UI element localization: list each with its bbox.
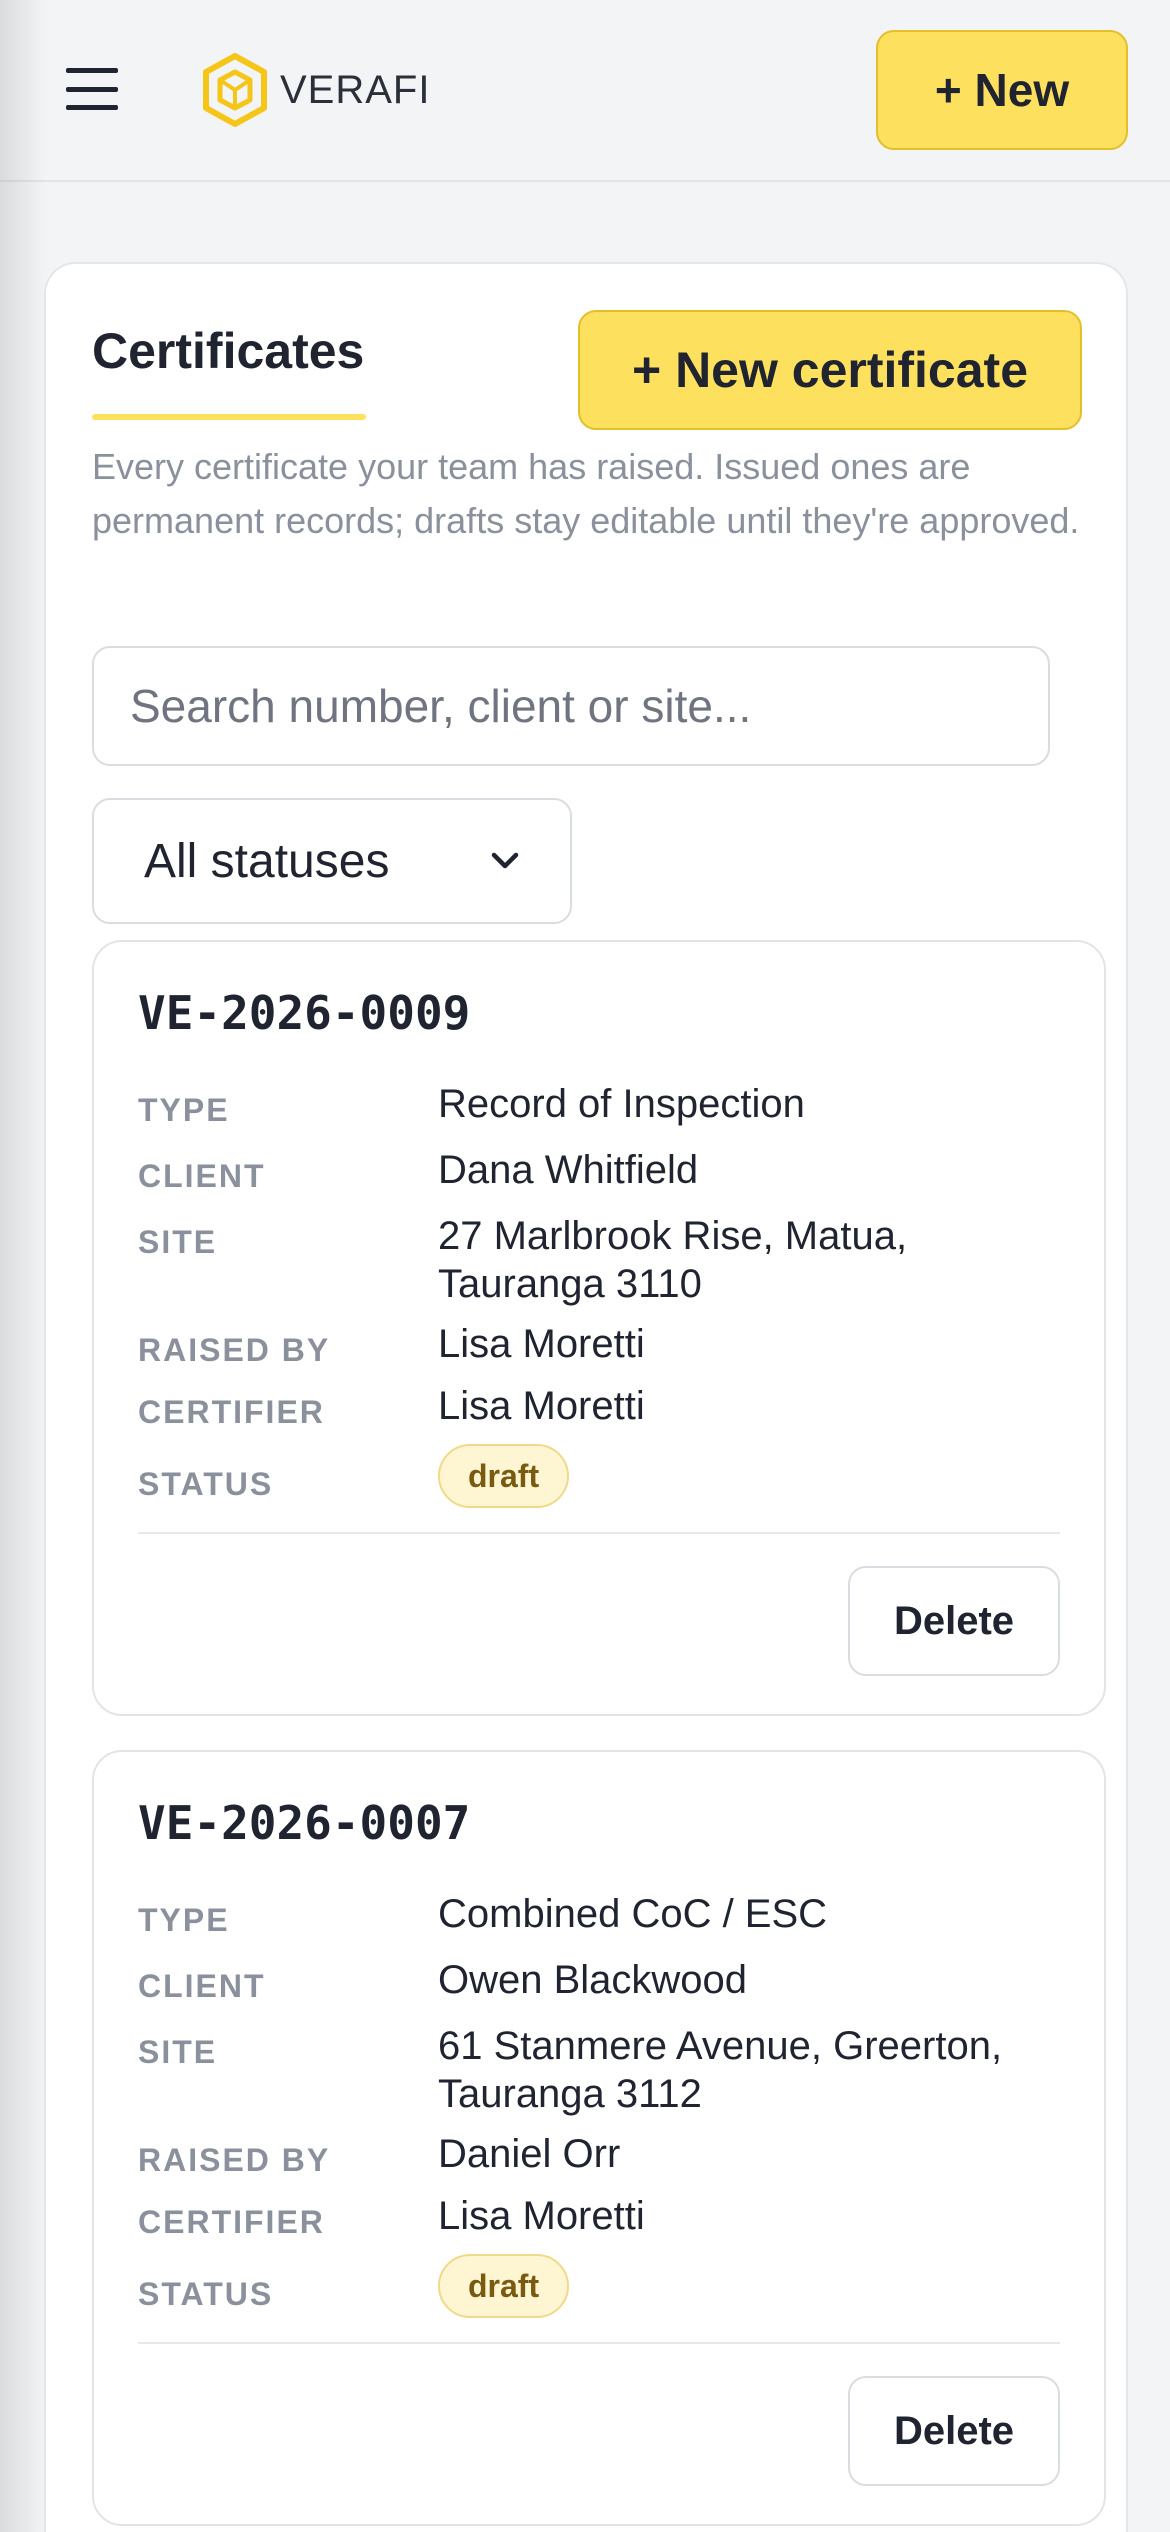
raised-by-label: RAISED BY [138,2142,331,2178]
site-value: 61 Stanmere Avenue, Greerton, Tauranga 3… [438,2024,1003,2116]
delete-button[interactable]: Delete [848,2376,1060,2486]
type-label: TYPE [138,1092,230,1128]
brand-logo[interactable]: VERAFI [200,52,430,128]
client-label: CLIENT [138,1158,266,1194]
tab-active-indicator [92,414,366,420]
status-label: STATUS [138,1466,274,1502]
raised-by-value: Lisa Moretti [438,1322,645,1366]
raised-by-label: RAISED BY [138,1332,331,1368]
hexagon-logo-icon [203,53,267,127]
site-label: SITE [138,1224,218,1260]
delete-button[interactable]: Delete [848,1566,1060,1676]
certificate-number[interactable]: VE-2026-0009 [138,986,470,1040]
status-label: STATUS [138,2276,274,2312]
chevron-down-icon [491,852,519,869]
menu-icon[interactable] [66,68,118,110]
site-label: SITE [138,2034,218,2070]
new-certificate-button[interactable]: + New certificate [578,310,1082,430]
certificate-card: VE-2026-0009 TYPE Record of Inspection C… [92,940,1106,1716]
status-filter-value: All statuses [144,834,390,888]
client-value: Owen Blackwood [438,1958,748,2002]
top-bar: VERAFI + New [0,0,1170,182]
certificate-number[interactable]: VE-2026-0007 [138,1796,470,1850]
certificate-card: VE-2026-0007 TYPE Combined CoC / ESC CLI… [92,1750,1106,2526]
certifier-value: Lisa Moretti [438,2194,645,2238]
tab-certificates[interactable]: Certificates [92,322,364,380]
type-value: Record of Inspection [438,1082,805,1126]
card-divider [138,1532,1060,1534]
site-value: 27 Marlbrook Rise, Matua, Tauranga 3110 [438,1214,908,1306]
status-badge: draft [438,2254,570,2318]
certifier-label: CERTIFIER [138,1394,325,1430]
certifier-label: CERTIFIER [138,2204,325,2240]
certifier-value: Lisa Moretti [438,1384,645,1428]
brand-name: VERAFI [280,67,431,112]
new-button[interactable]: + New [876,30,1128,150]
status-badge: draft [438,1444,570,1508]
client-value: Dana Whitfield [438,1148,699,1192]
type-label: TYPE [138,1902,230,1938]
client-label: CLIENT [138,1968,266,2004]
drawer-edge-shadow [0,0,46,2532]
search-input[interactable] [92,646,1050,766]
card-divider [138,2342,1060,2344]
raised-by-value: Daniel Orr [438,2132,621,2176]
certificates-panel: Certificates + New certificate Every cer… [44,262,1128,2532]
page-description: Every certificate your team has raised. … [92,446,1080,541]
status-filter-select[interactable]: All statuses [92,798,572,924]
type-value: Combined CoC / ESC [438,1892,828,1936]
